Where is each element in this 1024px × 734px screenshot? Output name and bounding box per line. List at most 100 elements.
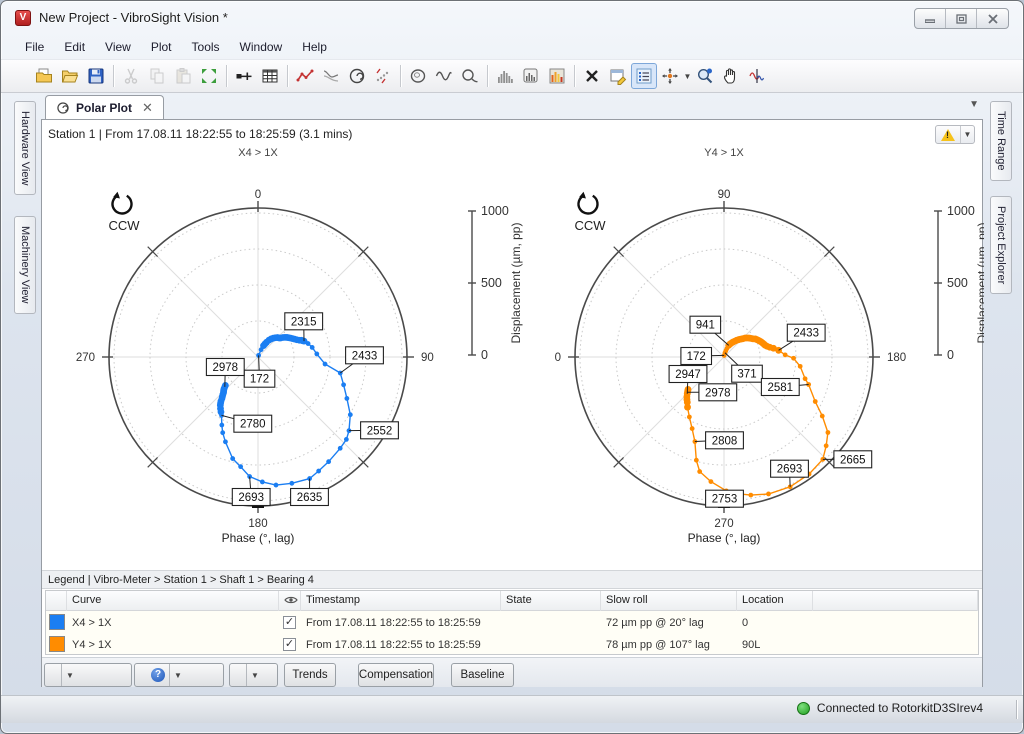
pan-button[interactable] [718, 63, 744, 89]
scale-tick-label: 0 [481, 348, 488, 362]
dock-tab-time-range[interactable]: Time Range [990, 101, 1012, 181]
restore-button[interactable] [946, 9, 977, 28]
menu-file[interactable]: File [15, 37, 54, 57]
properties-button[interactable] [605, 63, 631, 89]
menu-plot[interactable]: Plot [141, 37, 182, 57]
orbit-timebase-button[interactable] [457, 63, 483, 89]
baseline-button-label: Baseline [452, 669, 512, 681]
machine-train-button[interactable] [231, 63, 257, 89]
column-header-slow-roll[interactable]: Slow roll [601, 591, 737, 611]
window-title: New Project - VibroSight Vision * [39, 10, 228, 25]
dock-tab-project-explorer[interactable]: Project Explorer [990, 196, 1012, 294]
column-header-blank[interactable] [813, 591, 978, 611]
zoom-fit-dropdown-icon[interactable]: ▼ [683, 72, 692, 81]
spectrum-button[interactable] [518, 63, 544, 89]
chevron-down-icon[interactable]: ▼ [169, 664, 186, 686]
column-header-curve[interactable]: Curve [67, 591, 279, 611]
orbit-button[interactable] [405, 63, 431, 89]
bar-graph-button[interactable] [492, 63, 518, 89]
connection-status: Connected to RotorkitD3SIrev4 [797, 701, 983, 715]
cursor-button[interactable] [744, 63, 770, 89]
paste-button[interactable] [170, 63, 196, 89]
column-header-blank[interactable] [46, 591, 67, 611]
angle-label-left: 270 [76, 352, 95, 364]
point-label-text: 2978 [705, 387, 731, 399]
curve-point [274, 483, 279, 488]
waterfall-button[interactable] [544, 63, 570, 89]
help-icon[interactable]: ? [151, 668, 165, 682]
column-header-timestamp[interactable]: Timestamp [301, 591, 501, 611]
legend-button[interactable] [631, 63, 657, 89]
layout-selector[interactable]: ▼ [229, 663, 278, 687]
properties-icon [609, 67, 627, 85]
arrange-button[interactable] [196, 63, 222, 89]
open-icon [61, 67, 79, 85]
tab-overflow-chevron-icon[interactable]: ▼ [969, 99, 979, 110]
delete-icon [583, 67, 601, 85]
trends-button-label: Trends [284, 669, 335, 681]
curve-point [223, 439, 228, 444]
trend-button[interactable] [292, 63, 318, 89]
curve-point [775, 347, 782, 354]
cut-button[interactable] [118, 63, 144, 89]
waveform-button[interactable] [431, 63, 457, 89]
chevron-down-icon[interactable]: ▼ [61, 664, 78, 686]
restore-icon [956, 14, 967, 24]
speed-selector[interactable]: ▼ [44, 663, 132, 687]
warning-dropdown-button[interactable]: ▼ [935, 125, 975, 144]
menu-view[interactable]: View [95, 37, 141, 57]
save-button[interactable] [83, 63, 109, 89]
column-header-location[interactable]: Location [737, 591, 813, 611]
minimize-button[interactable] [915, 9, 946, 28]
scale-tick-label: 0 [947, 348, 954, 362]
polar-plots-canvas[interactable]: 090180270Phase (°, lag)X4 > 1XCCW0500100… [42, 144, 984, 558]
visibility-column-header[interactable] [279, 591, 301, 611]
curve-point [798, 364, 803, 369]
curve-point [344, 396, 349, 401]
point-label-text: 172 [250, 374, 269, 386]
tab-polar-plot[interactable]: Polar Plot ✕ [45, 95, 164, 120]
dock-tab-hardware-view[interactable]: Hardware View [14, 101, 36, 195]
bode-button[interactable] [318, 63, 344, 89]
close-button[interactable] [977, 9, 1008, 28]
zoom-button[interactable] [692, 63, 718, 89]
group-all-selector[interactable]: ?▼ [134, 663, 224, 687]
tab-close-icon[interactable]: ✕ [138, 100, 153, 116]
baseline-button[interactable]: Baseline [451, 663, 514, 687]
angle-label-right: 180 [887, 352, 906, 364]
polar-button[interactable] [344, 63, 370, 89]
zoom-fit-button[interactable] [657, 63, 683, 89]
zoom-icon [696, 67, 714, 85]
chevron-down-icon[interactable]: ▼ [246, 664, 263, 686]
legend-header: Legend | Vibro-Meter > Station 1 > Shaft… [42, 570, 982, 589]
menu-tools[interactable]: Tools [182, 37, 230, 57]
column-header-state[interactable]: State [501, 591, 601, 611]
angle-label-top: 0 [255, 189, 261, 201]
delete-button[interactable] [579, 63, 605, 89]
toolbar-separator [574, 65, 575, 87]
trends-button[interactable]: Trends [284, 663, 336, 687]
curve-point [323, 362, 328, 367]
dock-tab-machinery-view[interactable]: Machinery View [14, 216, 36, 313]
compensation-button[interactable]: Compensation [358, 663, 434, 687]
new-button[interactable] [31, 63, 57, 89]
open-button[interactable] [57, 63, 83, 89]
point-label-text: 2808 [712, 435, 738, 447]
curve-point [230, 456, 235, 461]
curve-point [766, 492, 771, 497]
copy-button[interactable] [144, 63, 170, 89]
menu-window[interactable]: Window [230, 37, 293, 57]
titlebar[interactable]: V New Project - VibroSight Vision * [1, 1, 1023, 35]
point-label-text: 2780 [240, 419, 266, 431]
tab-label: Polar Plot [76, 101, 132, 115]
visibility-checkbox[interactable]: ✓ [283, 616, 296, 629]
point-label-text: 2315 [291, 316, 317, 328]
curve-point [306, 341, 311, 346]
menu-help[interactable]: Help [292, 37, 337, 57]
shaft-centerline-button[interactable] [370, 63, 396, 89]
visibility-checkbox[interactable]: ✓ [283, 638, 296, 651]
menu-edit[interactable]: Edit [54, 37, 95, 57]
document-area: Polar Plot ✕ ▼ Station 1 | From 17.08.11… [41, 93, 985, 689]
table-button[interactable] [257, 63, 283, 89]
toolbar-separator [113, 65, 114, 87]
